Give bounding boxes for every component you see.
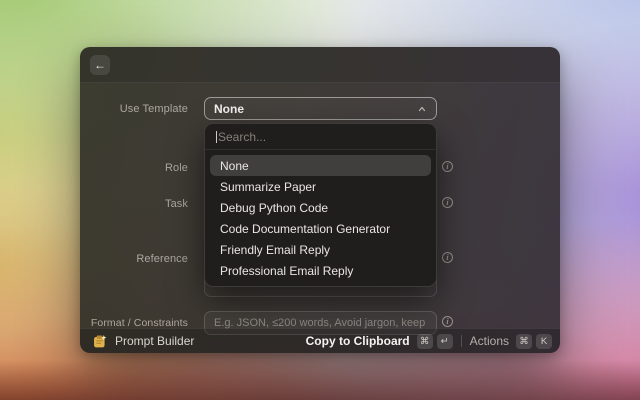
option-label: Friendly Email Reply <box>220 243 330 257</box>
template-dropdown-popup: None Summarize Paper Debug Python Code C… <box>204 123 437 287</box>
chevron-up-icon <box>417 104 427 114</box>
dropdown-option-summarize-paper[interactable]: Summarize Paper <box>210 176 431 197</box>
dropdown-option-list: None Summarize Paper Debug Python Code C… <box>205 150 436 286</box>
dropdown-option-none[interactable]: None <box>210 155 431 176</box>
footer-app-info: Prompt Builder <box>92 334 306 349</box>
k-key-badge: K <box>536 334 552 349</box>
template-select-value: None <box>214 102 417 116</box>
desktop-wallpaper: ← Use Template Role Task Reference Forma… <box>0 0 640 400</box>
copy-to-clipboard-label: Copy to Clipboard <box>306 334 410 348</box>
command-key-badge: ⌘ <box>417 334 433 349</box>
reference-label: Reference <box>88 253 188 265</box>
actions-menu-button[interactable]: Actions ⌘ K <box>470 334 552 349</box>
prompt-builder-app-icon <box>92 334 107 349</box>
footer-divider <box>461 335 462 347</box>
dropdown-option-debug-python-code[interactable]: Debug Python Code <box>210 197 431 218</box>
info-icon[interactable]: i <box>442 161 453 172</box>
dropdown-option-professional-email-reply[interactable]: Professional Email Reply <box>210 260 431 281</box>
option-label: None <box>220 159 249 173</box>
use-template-label: Use Template <box>88 103 188 115</box>
info-icon[interactable]: i <box>442 197 453 208</box>
window-titlebar: ← <box>80 47 560 83</box>
dropdown-option-friendly-email-reply[interactable]: Friendly Email Reply <box>210 239 431 260</box>
return-key-badge: ↵ <box>437 334 453 349</box>
task-label: Task <box>88 198 188 210</box>
command-key-badge: ⌘ <box>516 334 532 349</box>
option-label: Summarize Paper <box>220 180 316 194</box>
footer-bar: Prompt Builder Copy to Clipboard ⌘ ↵ Act… <box>80 328 560 353</box>
dropdown-search-input[interactable] <box>218 130 425 144</box>
template-select[interactable]: None <box>204 97 437 120</box>
dropdown-option-code-documentation-generator[interactable]: Code Documentation Generator <box>210 218 431 239</box>
prompt-builder-window: ← Use Template Role Task Reference Forma… <box>80 47 560 353</box>
dropdown-search-row <box>205 124 436 150</box>
role-label: Role <box>88 162 188 174</box>
footer-app-name: Prompt Builder <box>115 334 194 348</box>
text-caret <box>216 131 217 143</box>
back-arrow-icon: ← <box>94 58 106 72</box>
option-label: Code Documentation Generator <box>220 222 390 236</box>
copy-to-clipboard-action[interactable]: Copy to Clipboard ⌘ ↵ <box>306 334 453 349</box>
back-button[interactable]: ← <box>90 55 110 75</box>
actions-label: Actions <box>470 334 509 348</box>
option-label: Professional Email Reply <box>220 264 353 278</box>
info-icon[interactable]: i <box>442 252 453 263</box>
info-icon[interactable]: i <box>442 316 453 327</box>
option-label: Debug Python Code <box>220 201 328 215</box>
